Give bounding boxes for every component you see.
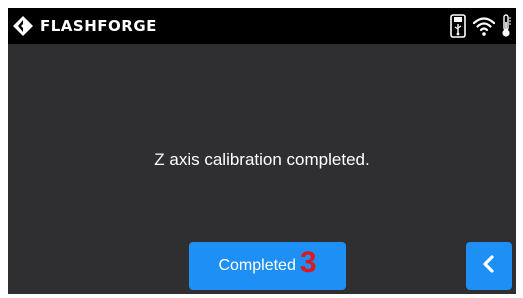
calibration-message: Z axis calibration completed. <box>154 150 370 169</box>
back-button[interactable] <box>466 242 512 290</box>
brand-name: FLASHFORGE <box>40 17 157 35</box>
wifi-icon <box>472 14 496 38</box>
chevron-left-icon <box>480 254 498 278</box>
printer-screen: FLASHFORGE Z axis calibration completed.… <box>8 8 516 294</box>
step-number-badge: 3 <box>299 246 317 279</box>
brand-logo: FLASHFORGE <box>12 15 157 37</box>
usb-icon <box>450 14 466 38</box>
flashforge-logo-icon <box>12 15 34 37</box>
top-status-bar: FLASHFORGE <box>8 8 516 44</box>
thermometer-icon <box>500 14 512 38</box>
completed-button[interactable]: Completed 3 <box>189 242 346 290</box>
completed-button-label: Completed <box>218 257 296 274</box>
